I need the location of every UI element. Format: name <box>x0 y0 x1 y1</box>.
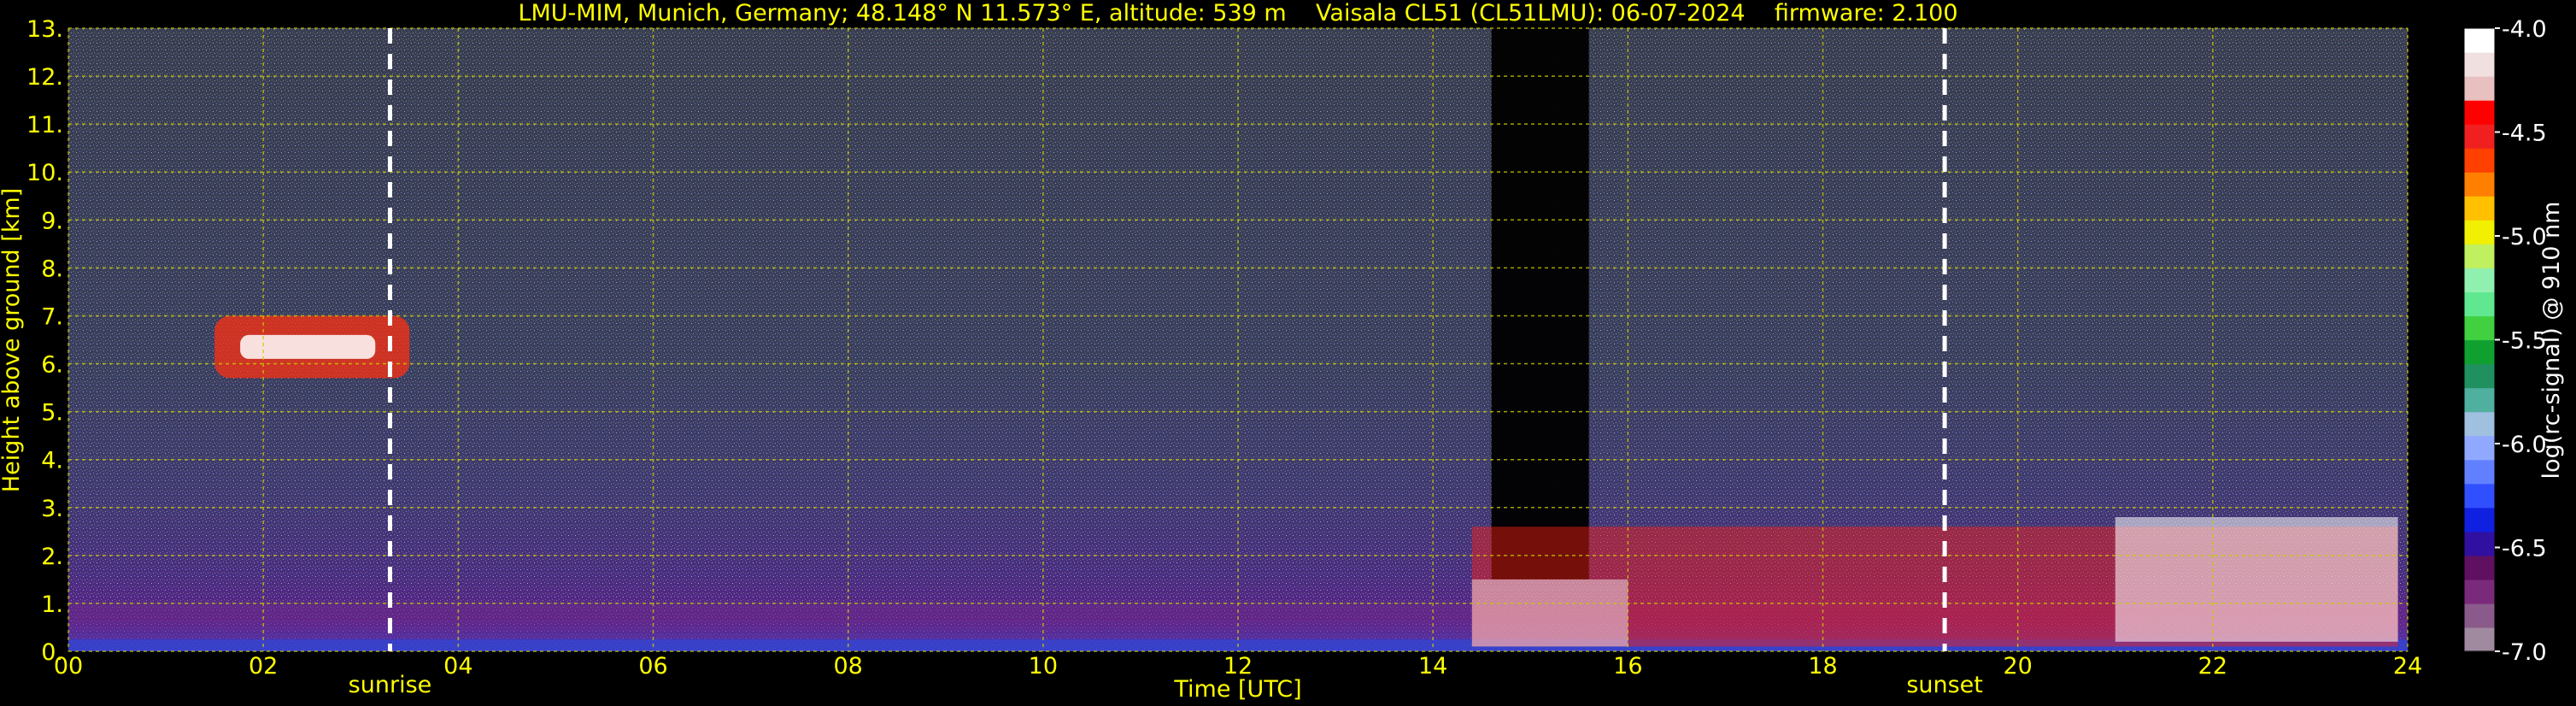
x-axis-label: Time [UTC] <box>1173 676 1301 703</box>
x-tick-label: 14 <box>1418 653 1447 680</box>
colorbar-segment <box>2464 244 2495 268</box>
x-tick-label: 08 <box>833 653 862 680</box>
x-tick-label: 22 <box>2198 653 2227 680</box>
upper-cloud-core <box>240 334 376 359</box>
colorbar-segment <box>2464 28 2495 53</box>
y-tick-label: 13. <box>26 16 63 43</box>
y-tick-label: 3. <box>41 496 63 522</box>
colorbar-segment <box>2464 52 2495 77</box>
colorbar-segment <box>2464 459 2495 485</box>
y-tick-label: 8. <box>41 256 63 282</box>
y-axis-label: Height above ground [km] <box>0 188 25 492</box>
colorbar-segment <box>2464 339 2495 365</box>
colorbar-tick-label: -4.5 <box>2502 121 2547 147</box>
y-tick-label: 9. <box>41 208 63 234</box>
colorbar-segment <box>2464 363 2495 389</box>
y-tick-label: 10. <box>26 160 63 186</box>
x-tick-label: 18 <box>1808 653 1837 680</box>
colorbar-segment <box>2464 411 2495 437</box>
colorbar-segment <box>2464 435 2495 461</box>
plot-area <box>67 27 2409 652</box>
y-tick-label: 4. <box>41 448 63 474</box>
event-label-sunset: sunset <box>1906 672 1983 698</box>
y-tick-label: 11. <box>26 112 63 138</box>
low-cloud-early <box>1471 579 1628 647</box>
colorbar-segment <box>2464 483 2495 509</box>
colorbar-tick-label: -4.0 <box>2502 16 2547 43</box>
colorbar-tick-label: -7.0 <box>2502 639 2547 666</box>
y-tick-label: 1. <box>41 591 63 618</box>
event-label-sunrise: sunrise <box>349 672 432 698</box>
y-tick-label: 12. <box>26 64 63 91</box>
colorbar-tick-label: -6.5 <box>2502 536 2547 562</box>
low-cloud-dense <box>2115 516 2398 642</box>
colorbar <box>2463 27 2496 652</box>
colorbar-segment <box>2464 291 2495 317</box>
y-tick-labels: 0.1.2.3.4.5.6.7.8.9.10.11.12.13. <box>26 16 63 666</box>
colorbar-segment <box>2464 220 2495 244</box>
x-tick-label: 02 <box>249 653 278 680</box>
colorbar-label: log(rc-signal) @ 910 nm <box>2538 202 2565 479</box>
colorbar-segment <box>2464 555 2495 580</box>
colorbar-segment <box>2464 124 2495 149</box>
ceilometer-chart: 0.1.2.3.4.5.6.7.8.9.10.11.12.13. 00 02 04 0… <box>0 0 2565 703</box>
y-tick-label: 2. <box>41 544 63 570</box>
colorbar-segment <box>2464 315 2495 341</box>
colorbar-segment <box>2464 531 2495 556</box>
colorbar-segment <box>2464 100 2495 125</box>
x-tick-label: 16 <box>1613 653 1642 680</box>
x-tick-label: 04 <box>443 653 472 680</box>
colorbar-segment <box>2464 196 2495 221</box>
x-tick-label: 00 <box>54 653 83 680</box>
colorbar-segment <box>2464 603 2495 628</box>
y-tick-label: 6. <box>41 352 63 379</box>
y-tick-label: 5. <box>41 400 63 427</box>
chart-title: LMU-MIM, Munich, Germany; 48.148° N 11.5… <box>518 0 1957 26</box>
x-tick-label: 24 <box>2393 653 2422 680</box>
x-tick-label: 10 <box>1029 653 1058 680</box>
x-tick-label: 06 <box>638 653 667 680</box>
colorbar-segment <box>2464 579 2495 604</box>
y-tick-label: 7. <box>41 303 63 330</box>
x-tick-label: 20 <box>2003 653 2032 680</box>
colorbar-segment <box>2464 268 2495 293</box>
colorbar-segment <box>2464 148 2495 173</box>
colorbar-segment <box>2464 76 2495 101</box>
colorbar-segment <box>2464 172 2495 197</box>
colorbar-segment <box>2464 387 2495 413</box>
colorbar-segment <box>2464 507 2495 532</box>
colorbar-segment <box>2464 627 2495 652</box>
signal-blackout <box>1491 28 1589 580</box>
